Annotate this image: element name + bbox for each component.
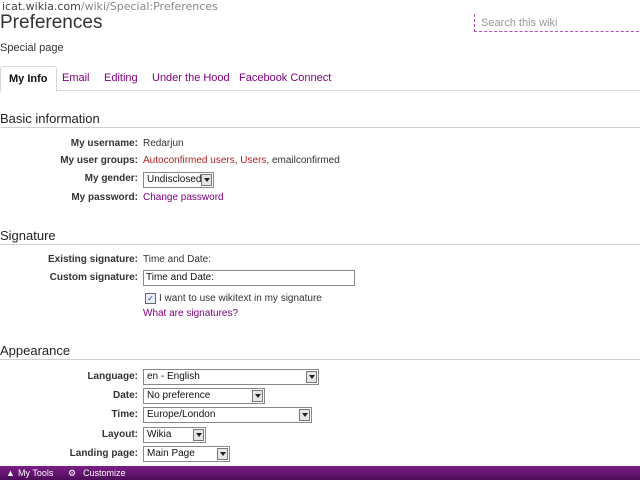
- customize-button[interactable]: Customize: [83, 466, 126, 480]
- tab-facebook-connect[interactable]: Facebook Connect: [231, 66, 339, 90]
- custom-signature-input[interactable]: Time and Date:: [143, 270, 355, 286]
- gear-icon: ⚙: [68, 468, 77, 478]
- time-selected: Europe/London: [147, 409, 216, 420]
- chevron-down-icon: [201, 174, 212, 186]
- gender-label: My gender:: [84, 173, 138, 184]
- layout-label: Layout:: [101, 429, 138, 440]
- preferences-tabs: My Info Email Editing Under the Hood Fac…: [0, 66, 640, 92]
- section-heading-basic: Basic information: [0, 111, 640, 128]
- tab-my-info[interactable]: My Info: [0, 66, 57, 92]
- search-input[interactable]: Search this wiki: [474, 14, 640, 32]
- landing-page-select[interactable]: Main Page: [143, 446, 230, 462]
- user-groups-value: Autoconfirmed users, Users, emailconfirm…: [143, 155, 340, 166]
- chevron-down-icon: [217, 448, 228, 460]
- tab-under-the-hood[interactable]: Under the Hood: [144, 66, 238, 90]
- tab-editing[interactable]: Editing: [96, 66, 146, 90]
- existing-signature-value: Time and Date:: [143, 254, 211, 265]
- what-are-signatures-link[interactable]: What are signatures?: [143, 308, 238, 319]
- chevron-down-icon: [252, 390, 263, 402]
- chevron-down-icon: [299, 409, 310, 421]
- language-select[interactable]: en - English: [143, 369, 319, 385]
- caret-up-icon: ▲: [6, 468, 15, 478]
- landing-page-selected: Main Page: [147, 448, 195, 459]
- username-value: Redarjun: [143, 138, 184, 149]
- time-select[interactable]: Europe/London: [143, 407, 312, 423]
- tab-email[interactable]: Email: [54, 66, 98, 90]
- user-groups-label: My user groups:: [60, 155, 138, 166]
- username-label: My username:: [70, 138, 138, 149]
- gender-select[interactable]: Undisclosed: [143, 172, 214, 188]
- landing-page-label: Landing page:: [69, 448, 138, 459]
- wikia-toolbar: ▲ My Tools ⚙ Customize: [0, 466, 640, 480]
- date-selected: No preference: [147, 390, 211, 401]
- section-heading-appearance: Appearance: [0, 343, 640, 360]
- page-subtitle: Special page: [0, 42, 64, 54]
- change-password-link[interactable]: Change password: [143, 192, 224, 203]
- custom-signature-label: Custom signature:: [49, 272, 138, 283]
- group-link-autoconfirmed[interactable]: Autoconfirmed users: [143, 155, 235, 166]
- section-heading-signature: Signature: [0, 228, 640, 245]
- wikitext-checkbox-label: I want to use wikitext in my signature: [159, 293, 322, 304]
- group-link-users[interactable]: Users: [240, 155, 266, 166]
- language-selected: en - English: [147, 371, 200, 382]
- existing-signature-label: Existing signature:: [47, 254, 138, 265]
- date-label: Date:: [112, 390, 138, 401]
- layout-select[interactable]: Wikia: [143, 427, 206, 443]
- chevron-down-icon: [193, 429, 204, 441]
- date-select[interactable]: No preference: [143, 388, 265, 404]
- wikitext-checkbox[interactable]: ✓: [145, 293, 156, 304]
- page-title: Preferences: [0, 12, 103, 33]
- password-label: My password:: [71, 192, 138, 203]
- chevron-down-icon: [306, 371, 317, 383]
- group-emailconfirmed: emailconfirmed: [271, 155, 340, 166]
- gender-selected: Undisclosed: [147, 174, 202, 185]
- time-label: Time:: [111, 409, 139, 420]
- layout-selected: Wikia: [147, 429, 172, 440]
- my-tools-button[interactable]: My Tools: [18, 466, 53, 480]
- language-label: Language:: [87, 371, 138, 382]
